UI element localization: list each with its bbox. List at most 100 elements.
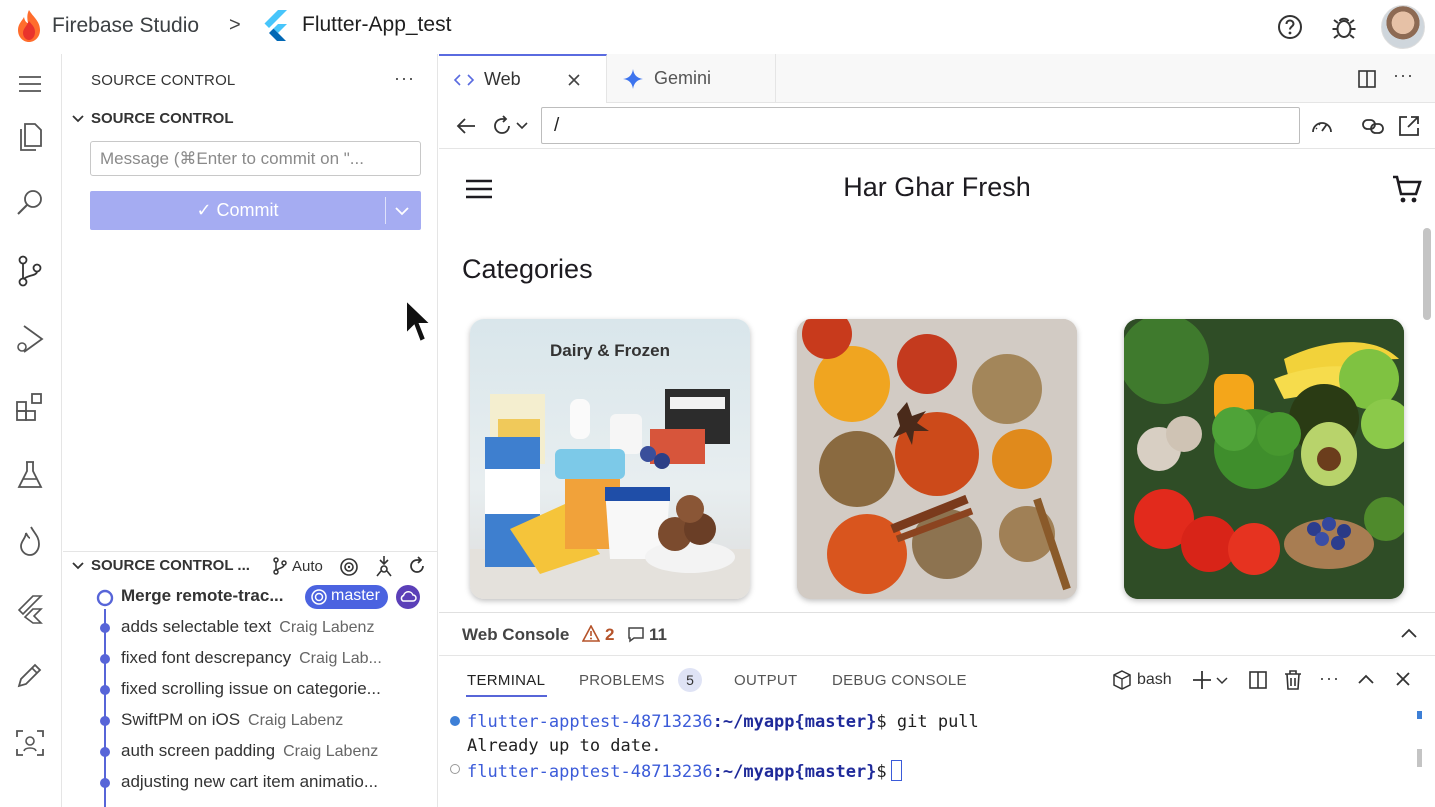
active-tab-indicator bbox=[466, 695, 547, 697]
terminal-output[interactable]: flutter-apptest-48713236:~/myapp{master}… bbox=[439, 703, 1435, 807]
split-terminal-icon[interactable] bbox=[1248, 670, 1268, 690]
gauge-icon[interactable] bbox=[1310, 115, 1334, 137]
commit-author: Craig Labenz bbox=[248, 712, 344, 729]
reload-icon[interactable] bbox=[491, 115, 513, 137]
shopping-cart-icon[interactable] bbox=[1392, 174, 1422, 204]
category-card-dairy[interactable]: Dairy & Frozen bbox=[470, 319, 750, 599]
chevron-down-icon[interactable] bbox=[1216, 676, 1228, 685]
git-branch-icon bbox=[272, 557, 288, 575]
more-actions-button[interactable]: ··· bbox=[394, 68, 415, 89]
scrollbar[interactable] bbox=[1417, 749, 1422, 767]
commit-node bbox=[100, 654, 110, 664]
explorer-files-icon[interactable] bbox=[13, 120, 47, 154]
cloud-icon[interactable] bbox=[396, 585, 420, 609]
flutter-logo-icon bbox=[262, 9, 288, 41]
target-icon[interactable] bbox=[339, 557, 359, 577]
brand[interactable]: Firebase Studio bbox=[16, 9, 199, 43]
commit-message: fixed font descrepancy bbox=[121, 648, 292, 667]
chevron-down-icon[interactable] bbox=[516, 121, 528, 131]
tab-web[interactable]: Web bbox=[439, 54, 607, 103]
split-editor-icon[interactable] bbox=[1357, 69, 1377, 89]
project-breadcrumb[interactable]: Flutter-App_test bbox=[262, 9, 451, 41]
commit-row[interactable]: adds selectable text Craig Labenz bbox=[63, 612, 438, 643]
spices-image bbox=[797, 319, 1077, 599]
back-arrow-icon[interactable] bbox=[455, 116, 477, 136]
commit-node bbox=[100, 778, 110, 788]
run-debug-icon[interactable] bbox=[13, 322, 47, 356]
message-icon bbox=[627, 626, 645, 643]
maximize-panel-icon[interactable] bbox=[1357, 673, 1375, 685]
project-name: Flutter-App_test bbox=[302, 13, 452, 36]
commit-message: auth screen padding bbox=[121, 741, 276, 760]
flutter-icon[interactable] bbox=[13, 592, 47, 626]
chevron-down-icon[interactable] bbox=[393, 202, 411, 220]
commit-node bbox=[100, 685, 110, 695]
commit-row[interactable]: SwiftPM on iOS Craig Labenz bbox=[63, 705, 438, 736]
more-actions-button[interactable]: ··· bbox=[1319, 668, 1340, 689]
gemini-icon bbox=[623, 68, 643, 89]
branch-auto-toggle[interactable]: Auto bbox=[272, 557, 323, 575]
refresh-icon[interactable] bbox=[407, 556, 427, 576]
source-control-graph-header[interactable]: SOURCE CONTROL ... Auto bbox=[63, 551, 438, 581]
terminal-line: flutter-apptest-48713236:~/myapp{master}… bbox=[467, 712, 979, 732]
commit-node bbox=[100, 623, 110, 633]
bug-icon[interactable] bbox=[1330, 13, 1358, 41]
commit-row[interactable]: fixed font descrepancy Craig Lab... bbox=[63, 643, 438, 674]
branch-name: master bbox=[331, 587, 380, 604]
url-input[interactable]: / bbox=[541, 107, 1300, 144]
commit-row[interactable]: Merge remote-trac... master bbox=[63, 581, 438, 612]
commit-row[interactable]: fixed scrolling issue on categorie... bbox=[63, 674, 438, 705]
user-avatar[interactable] bbox=[1381, 5, 1425, 49]
warning-icon bbox=[582, 625, 600, 642]
tab-gemini[interactable]: Gemini bbox=[607, 54, 776, 103]
add-terminal-icon[interactable] bbox=[1191, 669, 1213, 691]
menu-icon[interactable] bbox=[13, 67, 47, 101]
command-success-dot bbox=[450, 716, 460, 726]
section-title: SOURCE CONTROL bbox=[91, 110, 234, 127]
commit-button[interactable]: ✓ Commit bbox=[90, 191, 421, 230]
tab-output[interactable]: OUTPUT bbox=[734, 672, 797, 689]
edit-pen-icon[interactable] bbox=[13, 658, 47, 692]
branch-badge[interactable]: master bbox=[305, 585, 388, 609]
firebase-icon[interactable] bbox=[13, 524, 47, 558]
tab-debug-console[interactable]: DEBUG CONSOLE bbox=[832, 672, 967, 689]
testing-flask-icon[interactable] bbox=[13, 458, 47, 492]
extensions-icon[interactable] bbox=[13, 390, 47, 424]
shell-name[interactable]: bash bbox=[1137, 671, 1172, 689]
chevron-up-icon[interactable] bbox=[1400, 627, 1418, 639]
panel-tabs: TERMINAL PROBLEMS 5 OUTPUT DEBUG CONSOLE… bbox=[439, 655, 1435, 703]
source-control-icon[interactable] bbox=[13, 254, 47, 288]
category-card-produce[interactable] bbox=[1124, 319, 1404, 599]
terminal-line: flutter-apptest-48713236:~/myapp{master}… bbox=[467, 760, 902, 782]
fetch-icon[interactable] bbox=[374, 555, 394, 577]
scan-icon[interactable] bbox=[13, 726, 47, 760]
problems-count-badge: 5 bbox=[678, 668, 702, 692]
more-actions-button[interactable]: ··· bbox=[1393, 65, 1414, 86]
firebase-logo-icon bbox=[16, 9, 42, 43]
open-external-icon[interactable] bbox=[1397, 114, 1421, 138]
preview-toolbar: / bbox=[439, 103, 1435, 149]
source-control-section-header[interactable]: SOURCE CONTROL bbox=[71, 110, 234, 127]
tab-problems[interactable]: PROBLEMS bbox=[579, 672, 665, 689]
trash-icon[interactable] bbox=[1284, 669, 1302, 691]
commit-node bbox=[100, 747, 110, 757]
commit-message-input[interactable]: Message (⌘Enter to commit on "... bbox=[90, 141, 421, 176]
web-console-bar[interactable]: Web Console 2 11 bbox=[439, 612, 1435, 655]
category-card-spices[interactable] bbox=[797, 319, 1077, 599]
scrollbar[interactable] bbox=[1423, 228, 1431, 320]
commit-row[interactable]: auth screen padding Craig Labenz bbox=[63, 736, 438, 767]
tab-label: Gemini bbox=[654, 68, 712, 88]
commit-author: Craig Lab... bbox=[299, 650, 382, 667]
link-icon[interactable] bbox=[1361, 115, 1385, 137]
close-panel-icon[interactable] bbox=[1395, 671, 1411, 687]
graph-section-header[interactable]: SOURCE CONTROL ... bbox=[71, 557, 250, 574]
chevron-down-icon bbox=[71, 112, 85, 126]
terminal-line: Already up to date. bbox=[467, 736, 662, 756]
commit-row[interactable]: adjusting new cart item animatio... bbox=[63, 767, 438, 798]
web-preview: Har Ghar Fresh Categories Dairy & Frozen bbox=[439, 150, 1435, 612]
brand-name: Firebase Studio bbox=[52, 14, 200, 37]
help-icon[interactable] bbox=[1276, 13, 1304, 41]
search-icon[interactable] bbox=[13, 186, 47, 220]
close-icon[interactable] bbox=[566, 72, 582, 88]
tab-terminal[interactable]: TERMINAL bbox=[467, 672, 545, 689]
